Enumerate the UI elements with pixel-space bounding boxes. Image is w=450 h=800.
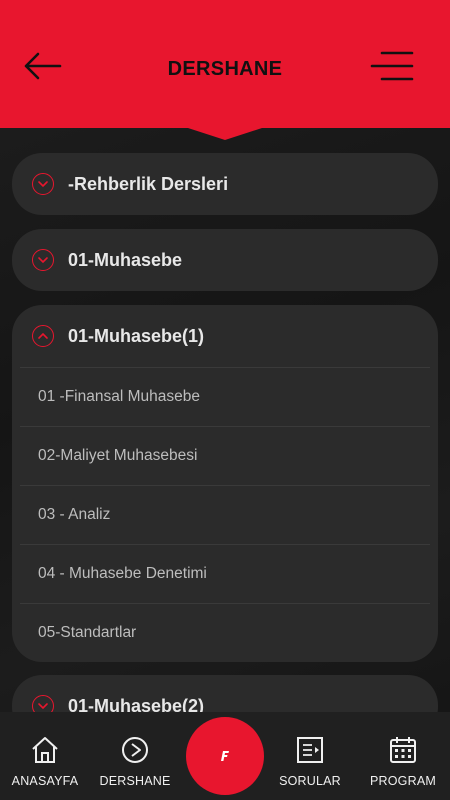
- section-muhasebe-1: 01-Muhasebe(1) 01 -Finansal Muhasebe 02-…: [12, 305, 438, 662]
- nav-item-dershane[interactable]: DERSHANE: [90, 712, 180, 800]
- app-header: DERSHANE: [0, 0, 450, 140]
- section-title: 01-Muhasebe: [68, 249, 183, 270]
- lesson-item[interactable]: 02-Maliyet Muhasebesi: [20, 426, 430, 485]
- lesson-item[interactable]: 03 - Analiz: [20, 485, 430, 544]
- nav-label: ANASAYFA: [11, 774, 79, 788]
- chevron-down-icon: [32, 173, 54, 195]
- section-rehberlik-dersleri: -Rehberlik Dersleri: [12, 153, 438, 215]
- lesson-item[interactable]: 05-Standartlar: [20, 603, 430, 662]
- section-header[interactable]: -Rehberlik Dersleri: [12, 153, 438, 215]
- section-title: -Rehberlik Dersleri: [68, 173, 229, 194]
- section-muhasebe-2: 01-Muhasebe(2): [12, 675, 438, 712]
- section-title: 01-Muhasebe(1): [68, 325, 205, 346]
- calendar-icon: [390, 737, 416, 763]
- lesson-item[interactable]: 01 -Finansal Muhasebe: [20, 367, 430, 426]
- nav-label: SORULAR: [279, 774, 341, 788]
- home-icon: [32, 737, 58, 763]
- lesson-item[interactable]: 04 - Muhasebe Denetimi: [20, 544, 430, 603]
- hamburger-menu-icon: [370, 51, 414, 81]
- chevron-down-icon: [32, 695, 54, 712]
- nav-item-anasayfa[interactable]: ANASAYFA: [0, 712, 90, 800]
- section-header[interactable]: 01-Muhasebe(1): [12, 305, 438, 367]
- nav-item-sorular[interactable]: SORULAR: [265, 712, 355, 800]
- chevron-up-icon: [32, 325, 54, 347]
- section-title: 01-Muhasebe(2): [68, 695, 205, 713]
- center-home-button[interactable]: [186, 717, 264, 795]
- course-list[interactable]: -Rehberlik Dersleri 01-Muhasebe 01-Muhas…: [0, 140, 450, 712]
- section-header[interactable]: 01-Muhasebe(2): [12, 675, 438, 712]
- nav-item-program[interactable]: PROGRAM: [358, 712, 448, 800]
- nav-label: DERSHANE: [99, 774, 171, 788]
- section-header[interactable]: 01-Muhasebe: [12, 229, 438, 291]
- logo-f-icon: [221, 751, 229, 761]
- nav-label: PROGRAM: [370, 774, 436, 788]
- menu-button[interactable]: [366, 46, 418, 86]
- chevron-down-icon: [32, 249, 54, 271]
- play-circle-icon: [122, 737, 148, 763]
- questions-list-icon: [297, 737, 323, 763]
- section-muhasebe: 01-Muhasebe: [12, 229, 438, 291]
